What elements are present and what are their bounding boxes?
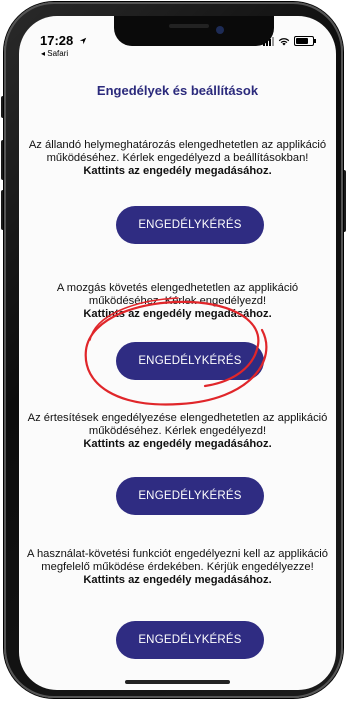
section-motion: A mozgás követés elengedhetetlen az appl… [25, 282, 330, 321]
back-to-safari-link[interactable]: ◂ Safari [41, 49, 68, 58]
section-cta: Kattints az engedély megadásához. [83, 574, 272, 586]
phone-screen: 17:28 ◂ Safari Engedélyek és beállítások… [19, 16, 336, 690]
request-location-permission-button[interactable]: ENGEDÉLYKÉRÉS [116, 206, 264, 244]
section-cta: Kattints az engedély megadásához. [83, 308, 272, 320]
front-camera [216, 26, 224, 34]
section-usage-tracking: A használat-követési funkciót engedélyez… [25, 548, 330, 587]
status-indicators [263, 36, 316, 46]
section-cta: Kattints az engedély megadásához. [83, 438, 272, 450]
screenshot-stage: 17:28 ◂ Safari Engedélyek és beállítások… [0, 0, 347, 702]
phone-notch [114, 16, 274, 46]
location-arrow-icon [79, 37, 87, 45]
battery-icon [294, 36, 316, 46]
request-usage-tracking-permission-button[interactable]: ENGEDÉLYKÉRÉS [116, 621, 264, 659]
section-cta: Kattints az engedély megadásához. [83, 165, 272, 177]
page-title: Engedélyek és beállítások [96, 83, 259, 98]
notch-speaker [169, 24, 209, 28]
home-indicator[interactable] [125, 680, 230, 684]
section-description: Az értesítések engedélyezése elengedhete… [27, 412, 328, 437]
section-description: A mozgás követés elengedhetetlen az appl… [56, 282, 299, 307]
status-time: 17:28 [40, 33, 87, 48]
section-description: Az állandó helymeghatározás elengedhetet… [28, 139, 327, 164]
signal-bars-icon [263, 37, 274, 46]
request-motion-permission-button[interactable]: ENGEDÉLYKÉRÉS [116, 342, 264, 380]
phone-frame: 17:28 ◂ Safari Engedélyek és beállítások… [4, 2, 343, 698]
section-notifications: Az értesítések engedélyezése elengedhete… [25, 412, 330, 451]
request-notifications-permission-button[interactable]: ENGEDÉLYKÉRÉS [116, 477, 264, 515]
wifi-icon [278, 38, 290, 46]
section-location: Az állandó helymeghatározás elengedhetet… [25, 139, 330, 178]
section-description: A használat-követési funkciót engedélyez… [27, 548, 328, 573]
